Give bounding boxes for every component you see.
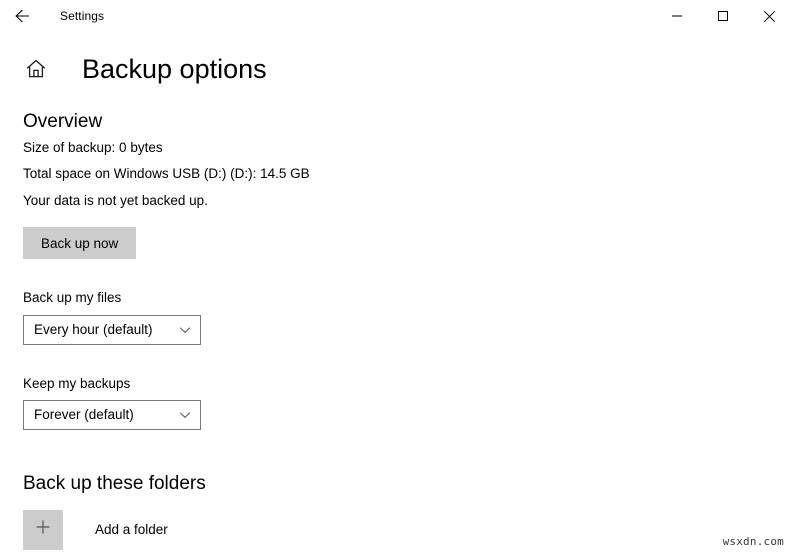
window-controls bbox=[654, 0, 792, 32]
keep-backups-label: Keep my backups bbox=[23, 375, 131, 391]
keep-backups-value: Forever (default) bbox=[34, 407, 134, 423]
backup-frequency-label: Back up my files bbox=[23, 290, 122, 306]
plus-icon bbox=[33, 517, 53, 542]
minimize-button[interactable] bbox=[654, 0, 700, 32]
backup-frequency-value: Every hour (default) bbox=[34, 322, 153, 338]
back-up-now-button[interactable]: Back up now bbox=[23, 227, 137, 260]
back-arrow-icon bbox=[13, 7, 31, 25]
page-title: Backup options bbox=[82, 53, 267, 84]
keep-backups-group: Keep my backups Forever (default) bbox=[23, 376, 772, 430]
backup-status-text: Your data is not yet backed up. bbox=[23, 193, 208, 209]
main-content: Overview Size of backup: 0 bytes Total s… bbox=[0, 111, 792, 550]
add-folder-button[interactable] bbox=[23, 509, 63, 550]
back-button[interactable] bbox=[0, 0, 44, 32]
maximize-button[interactable] bbox=[700, 0, 746, 32]
total-space-text: Total space on Windows USB (D:) (D:): 14… bbox=[23, 165, 310, 181]
backup-folders-heading: Back up these folders bbox=[23, 472, 206, 494]
window-title: Settings bbox=[60, 9, 105, 23]
backup-frequency-group: Back up my files Every hour (default) bbox=[23, 290, 772, 345]
backup-frequency-dropdown[interactable]: Every hour (default) bbox=[23, 314, 201, 345]
add-folder-row[interactable]: Add a folder bbox=[23, 509, 772, 550]
overview-heading: Overview bbox=[23, 111, 103, 132]
keep-backups-dropdown[interactable]: Forever (default) bbox=[23, 399, 201, 430]
titlebar: Settings bbox=[0, 0, 792, 32]
chevron-down-icon bbox=[170, 323, 200, 337]
chevron-down-icon bbox=[170, 408, 200, 422]
minimize-icon bbox=[671, 10, 683, 22]
watermark: wsxdn.com bbox=[722, 535, 784, 548]
maximize-icon bbox=[717, 10, 729, 22]
close-icon bbox=[763, 10, 776, 23]
add-folder-label: Add a folder bbox=[95, 522, 168, 538]
home-icon[interactable] bbox=[19, 52, 53, 86]
close-button[interactable] bbox=[746, 0, 792, 32]
page-header: Backup options bbox=[0, 52, 792, 86]
size-of-backup-text: Size of backup: 0 bytes bbox=[23, 139, 163, 155]
